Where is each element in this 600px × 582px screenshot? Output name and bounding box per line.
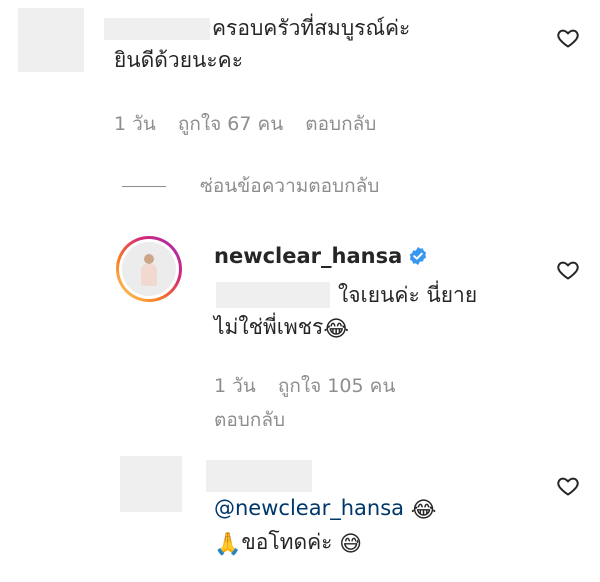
reply-avatar[interactable] (116, 236, 182, 302)
like-reply2-icon[interactable] (556, 474, 580, 498)
reply-header: newclear_hansa (214, 244, 428, 268)
commenter-avatar-placeholder[interactable] (18, 8, 84, 72)
reply2-text-line1: @newclear_hansa 😂 (214, 492, 436, 524)
reply-username[interactable]: newclear_hansa (214, 244, 402, 268)
commenter-username-redacted[interactable] (104, 18, 210, 40)
reply2-text-line2: 🙏ขอโทดค่ะ 😅 (214, 526, 362, 558)
reply-reply-button[interactable]: ตอบกลับ (214, 406, 285, 434)
sweat-smile-emoji-icon: 😅 (339, 532, 363, 557)
comment-likes-link[interactable]: ถูกใจ 67 คน (178, 113, 283, 135)
reply-time: 1 วัน (214, 375, 256, 397)
mention-redacted[interactable] (216, 282, 330, 308)
verified-badge-icon (408, 246, 428, 266)
like-reply-icon[interactable] (556, 258, 580, 282)
comment-meta: 1 วัน ถูกใจ 67 คน ตอบกลับ (114, 110, 392, 138)
reply2-avatar-placeholder[interactable] (120, 456, 182, 512)
hide-replies-button[interactable]: ซ่อนข้อความตอบกลับ (200, 172, 379, 200)
reply-likes-link[interactable]: ถูกใจ 105 คน (278, 375, 395, 397)
comment-time: 1 วัน (114, 113, 156, 135)
comment-text-line1: ครอบครัวที่สมบูรณ์ค่ะ (212, 16, 411, 40)
reply2-text: ขอโทดค่ะ (241, 530, 333, 554)
like-comment-icon[interactable] (556, 26, 580, 50)
comment-text: ครอบครัวที่สมบูรณ์ค่ะ (212, 12, 410, 44)
avatar-photo (122, 242, 176, 296)
laughing-tears-emoji-icon: 😂 (410, 498, 437, 523)
reply-text-line2-text: ไม่ใช่พี่เพชร (214, 315, 324, 339)
hide-replies-line (122, 186, 166, 187)
laughing-tears-emoji-icon: 😂 (323, 317, 350, 342)
reply-text-line2: ไม่ใช่พี่เพชร😂 (214, 311, 349, 343)
reply-text-line1: ใจเยนค่ะ นี่ยาย (338, 283, 478, 307)
comment-reply-button[interactable]: ตอบกลับ (305, 113, 376, 135)
reply2-username-redacted[interactable] (206, 460, 312, 492)
mention-link[interactable]: @newclear_hansa (214, 496, 404, 520)
reply-meta: 1 วัน ถูกใจ 105 คน (214, 372, 411, 400)
comment-text-line2: ยินดีด้วยนะคะ (114, 48, 243, 72)
folded-hands-emoji-icon: 🙏 (214, 532, 242, 557)
